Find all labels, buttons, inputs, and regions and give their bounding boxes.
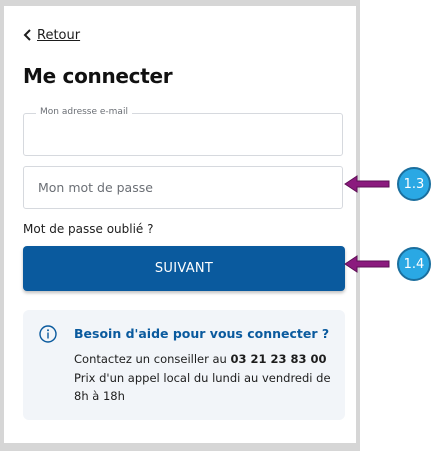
help-title: Besoin d'aide pour vous connecter ? (74, 326, 330, 341)
annotation-arrow-icon (344, 175, 390, 193)
annotation-badge: 1.4 (397, 247, 431, 281)
help-hours-line-2: 8h à 18h (74, 389, 125, 403)
annotation-badge: 1.3 (397, 167, 431, 201)
screenshot-frame: Retour Me connecter Mon adresse e-mail M… (0, 0, 360, 451)
email-input[interactable] (24, 114, 342, 155)
password-field[interactable] (23, 166, 343, 209)
info-icon (39, 325, 57, 343)
help-hours-line: Prix d'un appel local du lundi au vendre… (74, 371, 331, 385)
chevron-left-icon (23, 29, 31, 41)
annotation-arrow-icon (344, 255, 390, 273)
submit-button[interactable]: SUIVANT (23, 246, 345, 291)
forgot-password-link[interactable]: Mot de passe oublié ? (23, 222, 154, 236)
help-contact-text: Contactez un conseiller au (74, 352, 231, 366)
help-contact-line: Contactez un conseiller au 03 21 23 83 0… (74, 352, 327, 366)
help-phone-number: 03 21 23 83 00 (230, 352, 327, 366)
help-panel: Besoin d'aide pour vous connecter ? Cont… (23, 310, 345, 420)
login-card: Retour Me connecter Mon adresse e-mail M… (4, 6, 356, 443)
back-link[interactable]: Retour (23, 26, 80, 44)
email-field[interactable]: Mon adresse e-mail (23, 107, 343, 156)
page-title: Me connecter (23, 64, 173, 88)
password-input[interactable] (24, 167, 342, 208)
back-link-label: Retour (37, 27, 81, 43)
